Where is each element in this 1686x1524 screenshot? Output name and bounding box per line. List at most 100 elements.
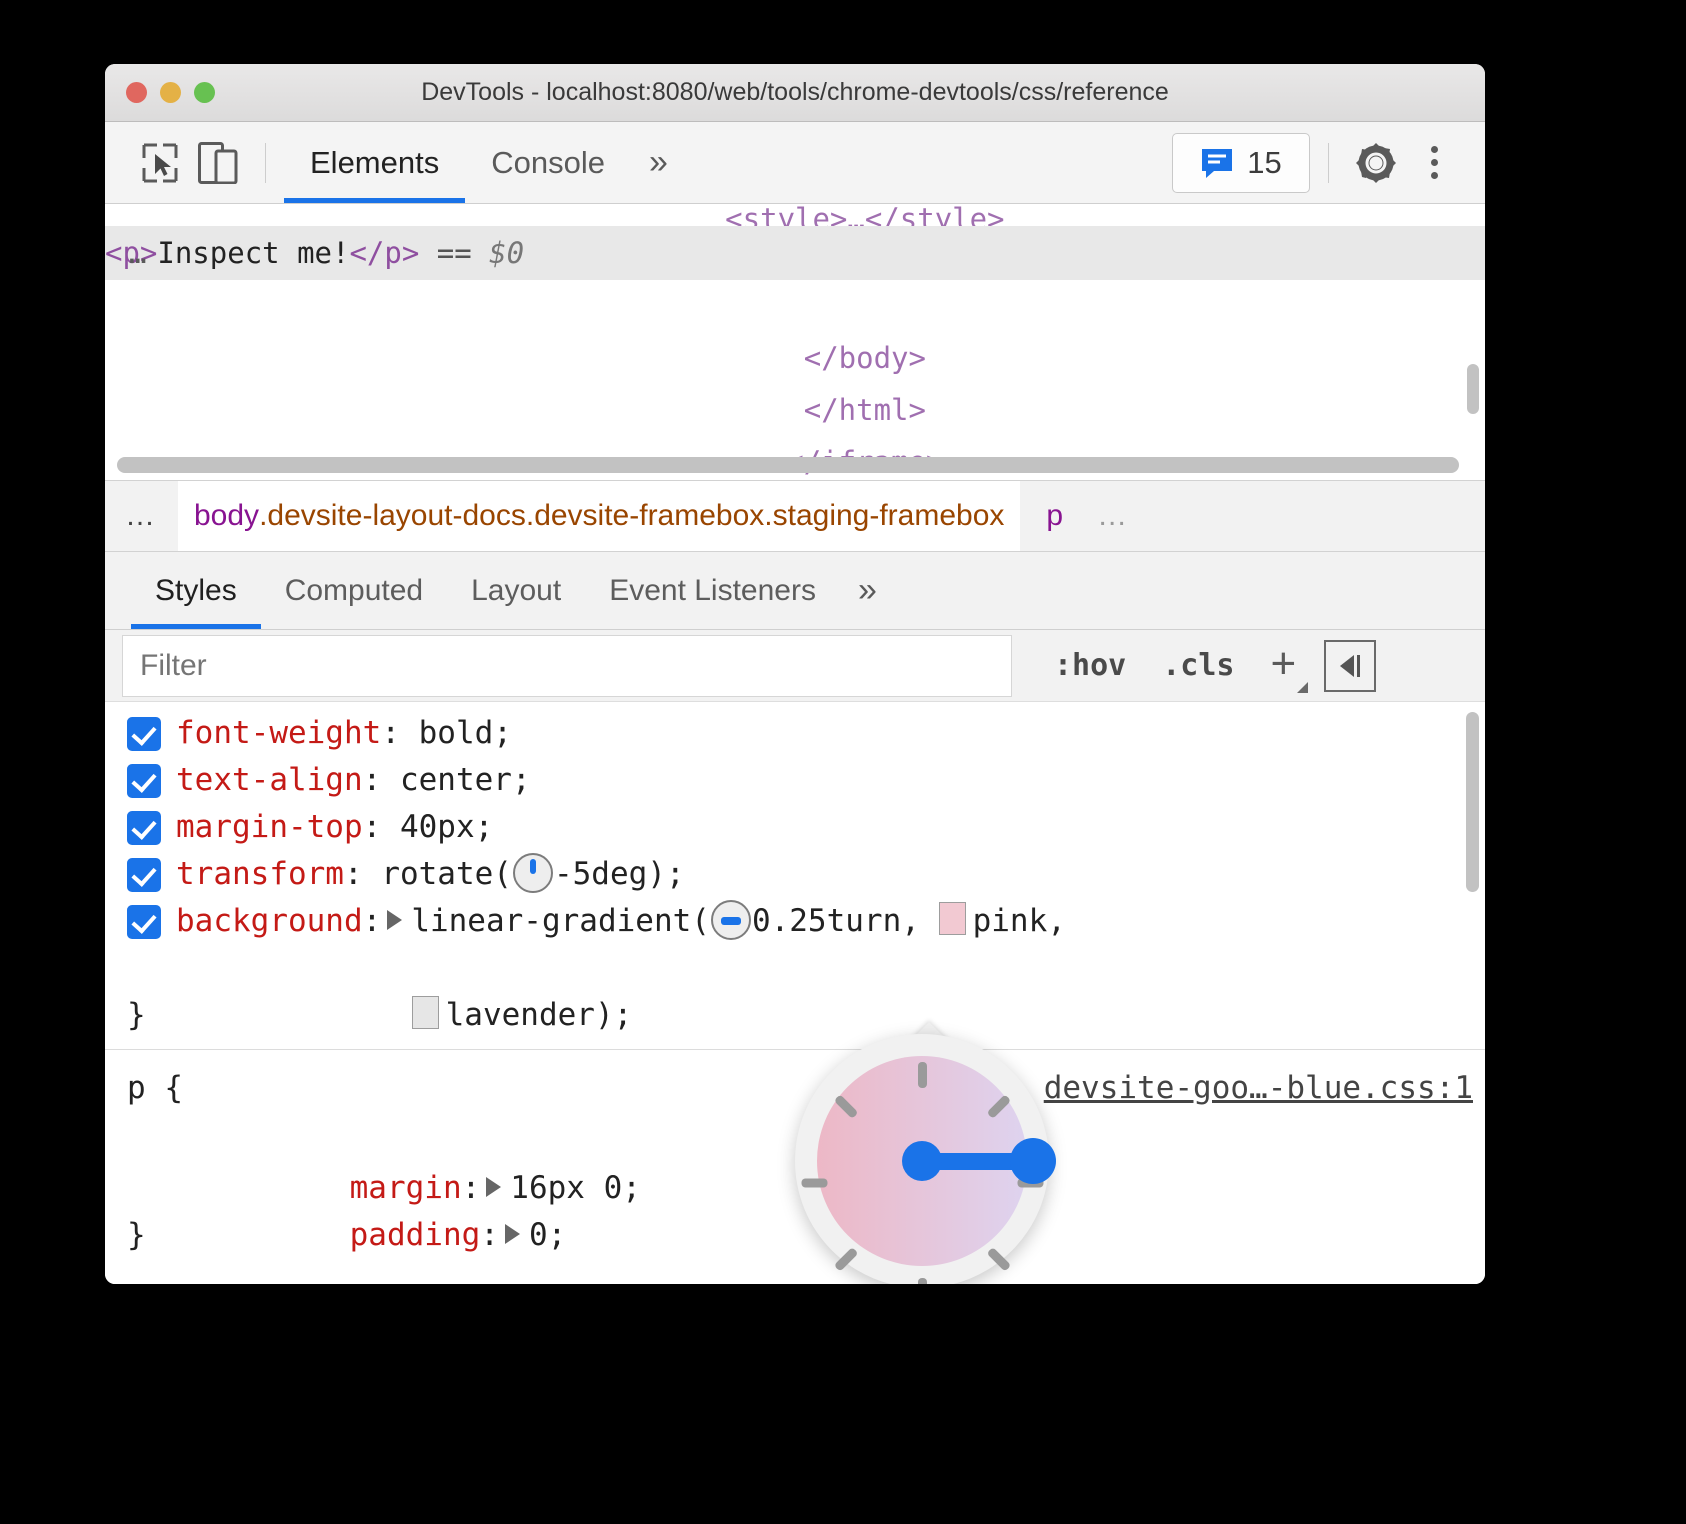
breadcrumb-item-body[interactable]: body.devsite-layout-docs.devsite-framebo… (178, 481, 1020, 551)
angle-tick (918, 1278, 927, 1284)
element-classes-button[interactable]: .cls (1144, 648, 1252, 683)
declaration-transform[interactable]: transform: rotate(-5deg); (105, 851, 1485, 898)
dom-line-body: </body> (105, 280, 1485, 332)
property-name[interactable]: background (176, 903, 363, 939)
window-titlebar: DevTools - localhost:8080/web/tools/chro… (105, 64, 1485, 122)
declaration-checkbox[interactable] (127, 764, 161, 798)
property-value[interactable]: center (400, 762, 512, 798)
breadcrumb-overflow-icon[interactable]: … (105, 499, 178, 533)
toolbar-divider-2 (1328, 143, 1329, 183)
angle-dial-picker[interactable] (795, 1034, 1049, 1284)
property-value[interactable]: 40px (400, 809, 475, 845)
declaration-checkbox[interactable] (127, 905, 161, 939)
screenshot-root: DevTools - localhost:8080/web/tools/chro… (0, 0, 1686, 1524)
declaration-font-weight[interactable]: font-weight: bold; (105, 710, 1485, 757)
tab-event-listeners[interactable]: Event Listeners (585, 552, 840, 629)
toggle-element-state-button[interactable]: :hov (1036, 648, 1144, 683)
angle-picker-gradient-preview[interactable] (817, 1056, 1027, 1266)
expand-shorthand-icon[interactable] (387, 910, 402, 930)
property-name[interactable]: text-align (176, 762, 363, 798)
dom-clipped-line: <style>…</style> (105, 204, 1485, 226)
declaration-background-continuation[interactable]: lavender); (105, 945, 1485, 992)
tab-styles[interactable]: Styles (131, 552, 261, 629)
declaration-checkbox[interactable] (127, 717, 161, 751)
tab-console[interactable]: Console (465, 122, 631, 203)
zoom-window-button[interactable] (194, 82, 215, 103)
angle-hand-knob[interactable] (1010, 1138, 1056, 1184)
dom-node-text: Inspect me! (157, 236, 349, 270)
stylesheet-source-link[interactable]: devsite-goo…-blue.css:1 (1044, 1058, 1473, 1118)
dom-equals (419, 236, 436, 270)
dom-horizontal-scrollbar[interactable] (117, 457, 1459, 473)
tab-elements[interactable]: Elements (284, 122, 465, 203)
kebab-menu-icon[interactable] (1405, 134, 1463, 192)
angle-tick (986, 1094, 1011, 1119)
declaration-background[interactable]: background:linear-gradient(0.25turn, pin… (105, 898, 1485, 945)
dom-close-tag: </p> (349, 236, 419, 270)
angle-clock-icon[interactable] (711, 900, 751, 940)
declaration-checkbox[interactable] (127, 811, 161, 845)
message-count-label: 15 (1247, 145, 1281, 181)
angle-picker-outer-ring (795, 1034, 1049, 1284)
styles-vertical-scrollbar[interactable] (1466, 712, 1479, 892)
devtools-main-toolbar: Elements Console » 15 (105, 122, 1485, 204)
property-name[interactable]: transform (176, 856, 344, 892)
expand-shorthand-icon[interactable] (486, 1177, 501, 1197)
message-count-button[interactable]: 15 (1172, 133, 1310, 193)
tab-layout[interactable]: Layout (447, 552, 585, 629)
declaration-margin-top[interactable]: margin-top: 40px; (105, 804, 1485, 851)
dom-selected-node[interactable]: … <p>Inspect me!</p> == $0 (105, 226, 1485, 280)
toolbar-divider (265, 143, 266, 183)
device-toolbar-icon[interactable] (189, 134, 247, 192)
color-swatch-pink[interactable] (939, 902, 966, 935)
declaration-checkbox[interactable] (127, 858, 161, 892)
angle-tick (834, 1094, 859, 1119)
devtools-window: DevTools - localhost:8080/web/tools/chro… (105, 64, 1485, 1284)
collapse-sidebar-icon[interactable] (1324, 640, 1376, 692)
angle-tick (918, 1062, 927, 1088)
expand-shorthand-icon[interactable] (505, 1224, 520, 1244)
color-swatch-lavender[interactable] (412, 996, 439, 1029)
toolbar-right-group: 15 (1172, 133, 1463, 193)
message-bubble-icon (1200, 147, 1234, 179)
breadcrumb-trailing-ellipsis[interactable]: … (1089, 499, 1130, 533)
property-name[interactable]: padding (350, 1217, 481, 1252)
styles-filter-row: Filter :hov .cls + (105, 630, 1485, 702)
breadcrumb-item-p[interactable]: p (1020, 499, 1089, 533)
more-sidebar-tabs-icon[interactable]: » (840, 571, 891, 610)
property-name[interactable]: font-weight (176, 715, 381, 751)
filter-toolbar: :hov .cls + (1036, 640, 1376, 692)
dom-console-ref: $0 (489, 236, 524, 270)
dom-tree-pane[interactable]: <style>…</style> … <p>Inspect me!</p> ==… (105, 204, 1485, 480)
traffic-lights (126, 82, 215, 103)
close-window-button[interactable] (126, 82, 147, 103)
style-rule-inline: font-weight: bold; text-align: center; m… (105, 702, 1485, 1039)
angle-tick (834, 1247, 859, 1272)
breadcrumb-class-list: .devsite-layout-docs.devsite-framebox.st… (259, 499, 1004, 533)
declaration-text-align[interactable]: text-align: center; (105, 757, 1485, 804)
property-value[interactable]: 0; (529, 1217, 566, 1252)
angle-clock-icon[interactable] (513, 853, 553, 893)
tab-computed[interactable]: Computed (261, 552, 447, 629)
new-rule-dropdown-arrow-icon[interactable] (1297, 682, 1308, 693)
rule-selector[interactable]: p { (127, 1070, 183, 1106)
property-value[interactable]: 16px 0; (510, 1170, 641, 1206)
angle-hand-pivot (902, 1141, 942, 1181)
minimize-window-button[interactable] (160, 82, 181, 103)
property-name[interactable]: margin (350, 1170, 462, 1206)
panel-tabs: Elements Console » (284, 122, 682, 203)
property-name[interactable]: margin-top (176, 809, 363, 845)
breadcrumb: … body.devsite-layout-docs.devsite-frame… (105, 480, 1485, 552)
breadcrumb-tag-name: body (194, 499, 259, 533)
more-panels-icon[interactable]: » (631, 143, 682, 182)
new-style-rule-button[interactable]: + (1253, 649, 1315, 683)
dom-row-ellipsis[interactable]: … (129, 226, 148, 280)
gear-icon[interactable] (1347, 134, 1405, 192)
filter-input[interactable]: Filter (122, 635, 1012, 697)
property-value[interactable]: bold (419, 715, 494, 751)
inspect-cursor-icon[interactable] (131, 134, 189, 192)
dom-vertical-scrollbar[interactable] (1467, 364, 1479, 414)
angle-tick (986, 1247, 1011, 1272)
window-title: DevTools - localhost:8080/web/tools/chro… (105, 78, 1485, 107)
angle-tick (802, 1179, 828, 1188)
